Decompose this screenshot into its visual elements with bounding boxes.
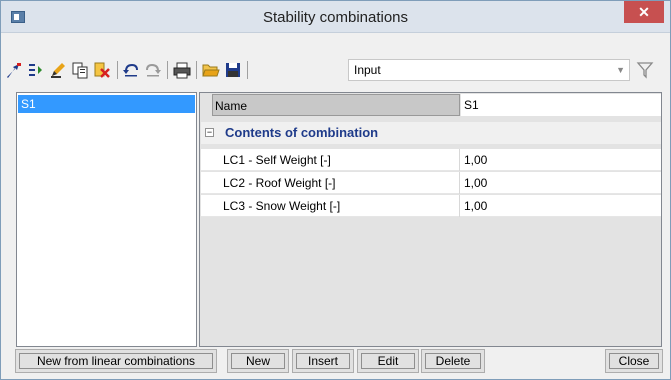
edit-icon[interactable]	[49, 61, 67, 79]
delete-icon[interactable]	[93, 61, 111, 79]
row-value[interactable]: 1,00	[461, 149, 661, 171]
save-icon[interactable]	[224, 61, 242, 79]
close-window-button[interactable]: ✕	[624, 1, 664, 23]
edit-button[interactable]: Edit	[357, 349, 419, 373]
combination-list: S1	[16, 92, 197, 347]
table-row: LC1 - Self Weight [-] 1,00	[201, 149, 661, 171]
name-value[interactable]: S1	[461, 94, 661, 116]
table-row: LC2 - Roof Weight [-] 1,00	[201, 172, 661, 194]
copy-icon[interactable]	[71, 61, 89, 79]
delete-button[interactable]: Delete	[421, 349, 485, 373]
mode-select[interactable]: Input ▼	[348, 59, 630, 81]
name-label: Name	[212, 94, 460, 116]
row-value[interactable]: 1,00	[461, 195, 661, 217]
window-title: Stability combinations	[262, 9, 409, 26]
new-from-icon[interactable]	[5, 61, 23, 79]
new-button[interactable]: New	[227, 349, 289, 373]
group-label: Contents of combination	[225, 125, 379, 140]
print-icon[interactable]	[173, 61, 191, 79]
stability-combinations-window: Stability combinations ✕ Input ▼ S1 Name…	[0, 0, 671, 380]
name-row: Name S1	[201, 94, 661, 116]
bottom-bar: New from linear combinations New Insert …	[1, 346, 670, 379]
row-value[interactable]: 1,00	[461, 172, 661, 194]
redo-icon[interactable]	[144, 61, 162, 79]
group-row: − Contents of combination	[201, 122, 661, 144]
properties-grid: Name S1 − Contents of combination LC1 - …	[199, 92, 662, 347]
filter-icon[interactable]	[635, 61, 655, 79]
undo-icon[interactable]	[122, 61, 140, 79]
insert-button[interactable]: Insert	[292, 349, 354, 373]
new-from-linear-combinations-button[interactable]: New from linear combinations	[15, 349, 217, 373]
table-row: LC3 - Snow Weight [-] 1,00	[201, 195, 661, 217]
row-label: LC1 - Self Weight [-]	[221, 149, 460, 171]
close-button[interactable]: Close	[605, 349, 663, 373]
row-label: LC2 - Roof Weight [-]	[221, 172, 460, 194]
chevron-down-icon[interactable]: ▼	[616, 65, 625, 75]
row-label: LC3 - Snow Weight [-]	[221, 195, 460, 217]
list-item[interactable]: S1	[18, 95, 195, 113]
open-icon[interactable]	[202, 61, 220, 79]
insert-icon[interactable]	[27, 61, 45, 79]
collapse-icon[interactable]: −	[205, 128, 214, 137]
mode-select-value: Input	[354, 63, 381, 77]
title-bar[interactable]: Stability combinations ✕	[1, 1, 670, 33]
